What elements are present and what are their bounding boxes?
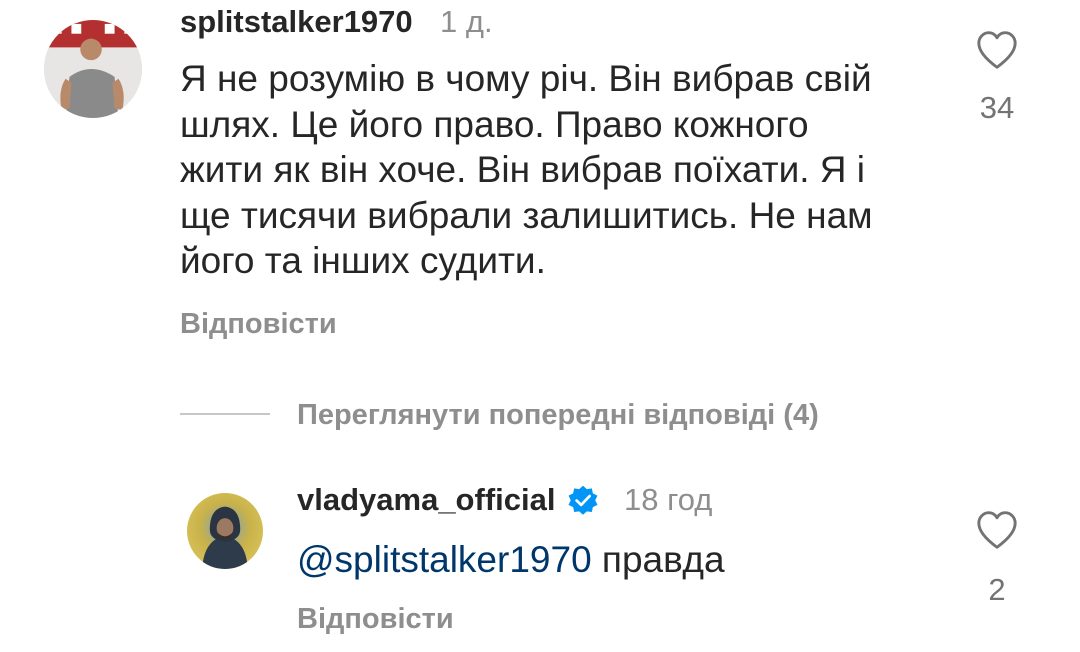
avatar-photo — [44, 20, 142, 118]
replies-divider — [180, 413, 270, 415]
comment-username[interactable]: splitstalker1970 — [180, 4, 413, 40]
like-count: 34 — [979, 90, 1015, 125]
replier-avatar[interactable] — [187, 493, 263, 569]
reply-timestamp: 18 год — [624, 482, 713, 517]
reply-text-body: правда — [591, 539, 725, 580]
comment-text-line: Я не розумію в чому річ. Він вибрав свій — [180, 58, 872, 99]
reply-button[interactable]: Відповісти — [180, 308, 337, 341]
reply-text: @splitstalker1970 правда — [297, 539, 725, 581]
reply-like: 2 — [967, 510, 1027, 608]
comments-thread: splitstalker1970 1 д. Я не розумію в чом… — [0, 0, 1080, 652]
comment-text-line: ще тисячи вибрали залишитись. Не нам — [180, 194, 873, 236]
comment-text-line: жити як він хоче. Він вибрав поїхати. Я … — [180, 149, 866, 190]
view-previous-replies-button[interactable]: Переглянути попередні відповіді (4) — [297, 399, 819, 432]
mention-link[interactable]: @splitstalker1970 — [297, 539, 592, 580]
verified-badge-icon — [568, 485, 598, 515]
comment-text-line: його та інших судити. — [180, 240, 546, 281]
reply-username[interactable]: vladyama_official — [297, 482, 555, 518]
heart-outline-icon[interactable] — [975, 510, 1019, 550]
reply-button[interactable]: Відповісти — [297, 603, 454, 636]
comment-timestamp: 1 д. — [440, 4, 493, 39]
heart-outline-icon[interactable] — [975, 30, 1019, 70]
comment-text: Я не розумію в чому річ. Він вибрав свій… — [180, 56, 940, 284]
like-count: 2 — [988, 572, 1006, 607]
commenter-avatar[interactable] — [44, 20, 142, 118]
avatar-photo — [187, 493, 263, 569]
comment-text-line: шлях. Це його право. Право кожного — [180, 103, 809, 145]
comment-like: 34 — [967, 30, 1027, 126]
